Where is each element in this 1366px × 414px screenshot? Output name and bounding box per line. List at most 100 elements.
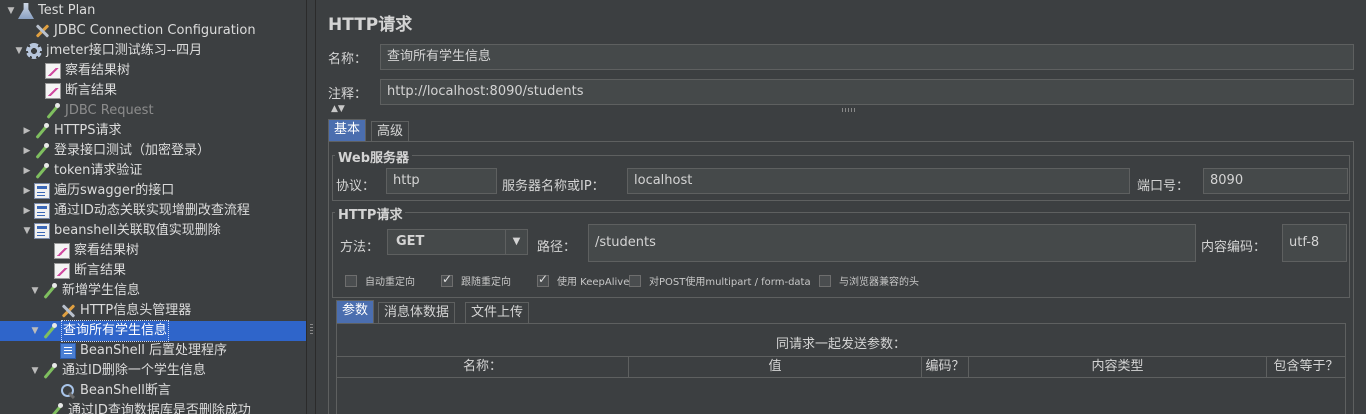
collapse-arrow-icon[interactable]: ▶ xyxy=(22,141,32,161)
page-title: HTTP请求 xyxy=(328,15,413,35)
path-label: 路径： xyxy=(537,240,577,255)
pipette-icon xyxy=(45,103,61,119)
option-checkbox[interactable]: 跟随重定向 xyxy=(441,272,511,288)
tree-node[interactable]: ▼ 查询所有学生信息 xyxy=(30,320,170,342)
tree-node[interactable]: ▶ 遍历swagger的接口 xyxy=(22,181,174,201)
chevron-down-icon[interactable]: ▼ xyxy=(505,230,527,254)
flask-icon xyxy=(18,3,34,19)
option-checkbox[interactable]: 对POST使用multipart / form-data xyxy=(629,273,811,288)
tree-node[interactable]: ▶ 登录接口测试（加密登录） xyxy=(22,141,210,161)
tree-node[interactable]: ▶ 通过ID动态关联实现增删改查流程 xyxy=(22,201,250,221)
expand-arrow-icon[interactable]: ▼ xyxy=(22,221,32,241)
column-header-value[interactable]: 值 xyxy=(629,357,922,377)
magnifier-icon xyxy=(60,383,76,399)
port-field[interactable]: 8090 xyxy=(1203,168,1348,194)
tab-parameters[interactable]: 参数 xyxy=(336,300,375,323)
tab-basic[interactable]: 基本 xyxy=(328,119,367,141)
tree-node[interactable]: ▶ token请求验证 xyxy=(22,161,142,181)
collapse-arrow-icon[interactable]: ▶ xyxy=(22,181,32,201)
tree-node-label: 查询所有学生信息 xyxy=(60,320,170,342)
tree-node[interactable]: 断言结果 xyxy=(33,81,117,101)
comment-label: 注释： xyxy=(328,87,368,102)
option-label: 对POST使用multipart / form-data xyxy=(649,277,811,288)
checkbox-unchecked-icon[interactable] xyxy=(819,274,831,287)
column-header-encode[interactable]: 编码？ xyxy=(922,357,969,377)
checkbox-checked-icon[interactable] xyxy=(441,272,453,287)
path-field[interactable]: /students xyxy=(588,224,1196,262)
server-field[interactable]: localhost xyxy=(627,168,1130,194)
checkbox-unchecked-icon[interactable] xyxy=(629,274,641,287)
method-select[interactable]: GET ▼ xyxy=(387,229,528,255)
http-request-panel: HTTP请求 名称： 查询所有学生信息 注释： http://localhost… xyxy=(317,0,1366,414)
tree-node[interactable]: 察看结果树 xyxy=(42,241,139,261)
tree-node[interactable]: JDBC Request xyxy=(33,101,154,121)
tree-node-label: HTTPS请求 xyxy=(54,123,122,138)
option-checkbox[interactable]: 自动重定向 xyxy=(345,273,415,288)
method-label: 方法： xyxy=(340,240,380,255)
tab-file-upload[interactable]: 文件上传 xyxy=(465,302,530,323)
resize-grip-icon[interactable] xyxy=(842,108,856,112)
checkbox-unchecked-icon[interactable] xyxy=(345,274,357,287)
tree-node-label: JDBC Connection Configuration xyxy=(54,23,256,38)
column-header-name[interactable]: 名称： xyxy=(337,357,629,377)
tree-node[interactable]: HTTP信息头管理器 xyxy=(48,301,191,321)
tree-node-label: 察看结果树 xyxy=(74,243,140,258)
encoding-label: 内容编码： xyxy=(1201,240,1267,255)
test-plan-tree[interactable]: ▼ Test Plan JDBC Connection Configuration ▼… xyxy=(0,0,307,414)
splitter-grip-icon[interactable] xyxy=(310,324,313,336)
tree-node-label: 断言结果 xyxy=(65,83,118,98)
tree-node[interactable]: ▼ jmeter接口测试练习--四月 xyxy=(14,41,202,61)
tree-node[interactable]: 察看结果树 xyxy=(33,61,130,81)
tree-node[interactable]: BeanShell 后置处理程序 xyxy=(48,341,227,361)
tree-node[interactable]: ▼ beanshell关联取值实现删除 xyxy=(22,221,221,241)
option-checkbox[interactable]: 使用 KeepAlive xyxy=(537,272,630,288)
pipette-icon xyxy=(42,363,58,379)
tree-node[interactable]: ▶ HTTPS请求 xyxy=(22,121,122,141)
tools-icon xyxy=(60,303,76,319)
gear-icon xyxy=(26,43,42,59)
server-label: 服务器名称或IP： xyxy=(502,179,605,194)
collapse-arrow-icon[interactable]: ▶ xyxy=(22,161,32,181)
tree-node[interactable]: 通过ID查询数据库是否删除成功 xyxy=(36,401,251,414)
expand-arrow-icon[interactable]: ▼ xyxy=(30,361,40,381)
collapse-arrow-icon[interactable]: ▶ xyxy=(22,121,32,141)
option-label: 使用 KeepAlive xyxy=(557,277,630,288)
column-header-include-equals[interactable]: 包含等于？ xyxy=(1267,357,1345,377)
name-field[interactable]: 查询所有学生信息 xyxy=(380,44,1354,70)
tree-node-label: token请求验证 xyxy=(54,163,143,178)
pipette-icon xyxy=(34,143,50,159)
comment-field[interactable]: http://localhost:8090/students xyxy=(380,79,1354,105)
tree-node-label: 断言结果 xyxy=(74,263,127,278)
doc-icon xyxy=(34,183,50,199)
doc-icon xyxy=(34,203,50,219)
expand-arrow-icon[interactable]: ▼ xyxy=(6,1,16,21)
tree-node-label: HTTP信息头管理器 xyxy=(80,303,192,318)
encoding-field[interactable]: utf-8 xyxy=(1282,224,1347,262)
web-server-title: Web服务器 xyxy=(335,147,412,166)
option-checkbox[interactable]: 与浏览器兼容的头 xyxy=(819,273,919,288)
expand-arrow-icon[interactable]: ▼ xyxy=(30,281,40,301)
tab-advanced[interactable]: 高级 xyxy=(371,121,410,141)
tree-node[interactable]: JDBC Connection Configuration xyxy=(22,21,256,41)
collapse-arrow-icon[interactable]: ▶ xyxy=(22,201,32,221)
expand-arrow-icon[interactable]: ▼ xyxy=(14,41,24,61)
protocol-label: 协议： xyxy=(336,179,376,194)
checkbox-checked-icon[interactable] xyxy=(537,272,549,287)
tree-node-label: JDBC Request xyxy=(65,103,154,118)
pipette-icon xyxy=(34,123,50,139)
tree-node[interactable]: ▼ 新增学生信息 xyxy=(30,281,140,301)
column-header-content-type[interactable]: 内容类型 xyxy=(969,357,1267,377)
collapse-toggle-icon[interactable]: ▲▼ xyxy=(331,105,345,114)
splitter[interactable] xyxy=(307,0,316,414)
tab-body-data[interactable]: 消息体数据 xyxy=(378,302,456,323)
tree-node[interactable]: 断言结果 xyxy=(42,261,126,281)
protocol-field[interactable]: http xyxy=(386,168,497,194)
parameters-caption: 同请求一起发送参数： xyxy=(775,337,906,352)
tree-node[interactable]: ▼ 通过ID删除一个学生信息 xyxy=(30,361,206,381)
expand-arrow-icon[interactable]: ▼ xyxy=(30,321,40,341)
tree-node-label: 通过ID查询数据库是否删除成功 xyxy=(68,403,251,414)
tree-node-label: BeanShell断言 xyxy=(80,383,171,398)
tree-node[interactable]: ▼ Test Plan xyxy=(6,1,95,21)
tree-node[interactable]: BeanShell断言 xyxy=(48,381,171,401)
pipette-icon xyxy=(48,403,64,414)
